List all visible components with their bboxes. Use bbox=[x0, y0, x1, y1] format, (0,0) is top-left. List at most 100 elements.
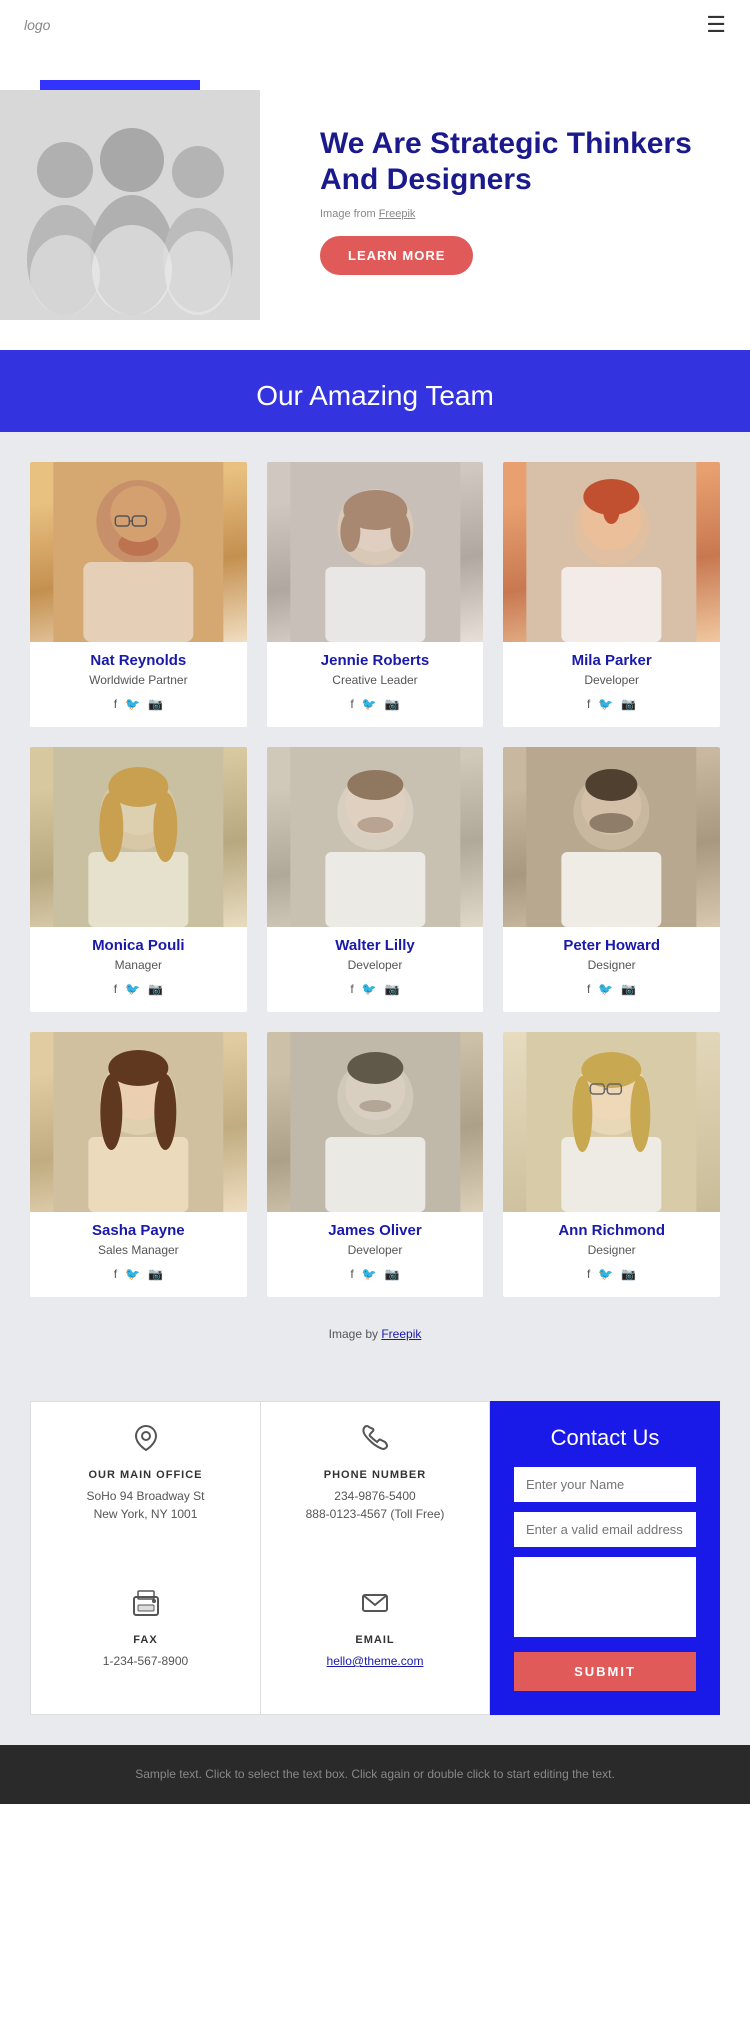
phone-title: PHONE NUMBER bbox=[281, 1469, 469, 1481]
twitter-icon-james[interactable]: 🐦 bbox=[362, 1267, 377, 1281]
facebook-icon-sasha[interactable]: f bbox=[114, 1267, 117, 1281]
team-photo-ann bbox=[503, 1032, 720, 1212]
instagram-icon-nat[interactable]: 📷 bbox=[148, 697, 163, 711]
team-card-walter: Walter Lilly Developer f 🐦 📷 bbox=[267, 747, 484, 1012]
instagram-icon-peter[interactable]: 📷 bbox=[621, 982, 636, 996]
team-socials-sasha: f 🐦 📷 bbox=[30, 1267, 247, 1281]
office-text: SoHo 94 Broadway StNew York, NY 1001 bbox=[51, 1487, 240, 1523]
email-title: EMAIL bbox=[281, 1634, 469, 1646]
instagram-icon-monica[interactable]: 📷 bbox=[148, 982, 163, 996]
instagram-icon-sasha[interactable]: 📷 bbox=[148, 1267, 163, 1281]
facebook-icon-jennie[interactable]: f bbox=[350, 697, 353, 711]
team-name-jennie: Jennie Roberts bbox=[267, 652, 484, 669]
team-photo-jennie bbox=[267, 462, 484, 642]
instagram-icon-jennie[interactable]: 📷 bbox=[385, 697, 400, 711]
team-name-ann: Ann Richmond bbox=[503, 1222, 720, 1239]
hero-team-svg bbox=[0, 90, 260, 320]
facebook-icon-peter[interactable]: f bbox=[587, 982, 590, 996]
team-photo-walter bbox=[267, 747, 484, 927]
menu-icon[interactable]: ☰ bbox=[706, 12, 726, 38]
team-socials-peter: f 🐦 📷 bbox=[503, 982, 720, 996]
team-socials-nat: f 🐦 📷 bbox=[30, 697, 247, 711]
facebook-icon-james[interactable]: f bbox=[350, 1267, 353, 1281]
name-input[interactable] bbox=[514, 1467, 696, 1502]
twitter-icon-monica[interactable]: 🐦 bbox=[125, 982, 140, 996]
team-name-peter: Peter Howard bbox=[503, 937, 720, 954]
phone-text: 234-9876-5400888-0123-4567 (Toll Free) bbox=[281, 1487, 469, 1523]
facebook-icon-mila[interactable]: f bbox=[587, 697, 590, 711]
team-title: Our Amazing Team bbox=[0, 380, 750, 412]
facebook-icon-nat[interactable]: f bbox=[114, 697, 117, 711]
instagram-icon-james[interactable]: 📷 bbox=[385, 1267, 400, 1281]
team-socials-monica: f 🐦 📷 bbox=[30, 982, 247, 996]
team-socials-ann: f 🐦 📷 bbox=[503, 1267, 720, 1281]
facebook-icon-monica[interactable]: f bbox=[114, 982, 117, 996]
team-grid-wrapper: Nat Reynolds Worldwide Partner f 🐦 📷 bbox=[0, 432, 750, 1371]
hero-text-block: We Are Strategic Thinkers And Designers … bbox=[280, 126, 710, 275]
message-input[interactable] bbox=[514, 1557, 696, 1637]
instagram-icon-ann[interactable]: 📷 bbox=[621, 1267, 636, 1281]
location-icon bbox=[51, 1422, 240, 1461]
fax-title: FAX bbox=[51, 1634, 240, 1646]
office-title: OUR MAIN OFFICE bbox=[51, 1469, 240, 1481]
submit-button[interactable]: SUBMIT bbox=[514, 1652, 696, 1691]
team-grid: Nat Reynolds Worldwide Partner f 🐦 📷 bbox=[30, 462, 720, 1297]
team-socials-jennie: f 🐦 📷 bbox=[267, 697, 484, 711]
team-socials-james: f 🐦 📷 bbox=[267, 1267, 484, 1281]
contact-form-area: Contact Us SUBMIT bbox=[490, 1401, 720, 1715]
hero-title: We Are Strategic Thinkers And Designers bbox=[320, 126, 710, 198]
team-role-walter: Developer bbox=[267, 958, 484, 972]
twitter-icon-walter[interactable]: 🐦 bbox=[362, 982, 377, 996]
logo: logo bbox=[24, 17, 50, 33]
facebook-icon-walter[interactable]: f bbox=[350, 982, 353, 996]
team-photo-mila bbox=[503, 462, 720, 642]
team-card-peter: Peter Howard Designer f 🐦 📷 bbox=[503, 747, 720, 1012]
team-card-nat: Nat Reynolds Worldwide Partner f 🐦 📷 bbox=[30, 462, 247, 727]
team-socials-mila: f 🐦 📷 bbox=[503, 697, 720, 711]
team-card-monica: Monica Pouli Manager f 🐦 📷 bbox=[30, 747, 247, 1012]
team-role-peter: Designer bbox=[503, 958, 720, 972]
fax-text: 1-234-567-8900 bbox=[51, 1652, 240, 1670]
contact-card-phone: PHONE NUMBER 234-9876-5400888-0123-4567 … bbox=[260, 1401, 490, 1567]
instagram-icon-walter[interactable]: 📷 bbox=[385, 982, 400, 996]
email-text: hello@theme.com bbox=[281, 1652, 469, 1670]
team-photo-sasha bbox=[30, 1032, 247, 1212]
learn-more-button[interactable]: LEARN MORE bbox=[320, 236, 473, 275]
team-name-monica: Monica Pouli bbox=[30, 937, 247, 954]
instagram-icon-mila[interactable]: 📷 bbox=[621, 697, 636, 711]
team-role-nat: Worldwide Partner bbox=[30, 673, 247, 687]
team-socials-walter: f 🐦 📷 bbox=[267, 982, 484, 996]
team-photo-peter bbox=[503, 747, 720, 927]
email-input[interactable] bbox=[514, 1512, 696, 1547]
header: logo ☰ bbox=[0, 0, 750, 50]
team-card-sasha: Sasha Payne Sales Manager f 🐦 📷 bbox=[30, 1032, 247, 1297]
twitter-icon-sasha[interactable]: 🐦 bbox=[125, 1267, 140, 1281]
email-link[interactable]: hello@theme.com bbox=[327, 1654, 424, 1668]
team-role-ann: Designer bbox=[503, 1243, 720, 1257]
team-photo-james bbox=[267, 1032, 484, 1212]
contact-title: Contact Us bbox=[514, 1425, 696, 1451]
contact-card-office: OUR MAIN OFFICE SoHo 94 Broadway StNew Y… bbox=[30, 1401, 260, 1567]
team-name-walter: Walter Lilly bbox=[267, 937, 484, 954]
team-photo-nat bbox=[30, 462, 247, 642]
team-card-ann: Ann Richmond Designer f 🐦 📷 bbox=[503, 1032, 720, 1297]
twitter-icon-nat[interactable]: 🐦 bbox=[125, 697, 140, 711]
hero-photo bbox=[0, 90, 260, 320]
contact-card-fax: FAX 1-234-567-8900 bbox=[30, 1567, 260, 1715]
facebook-icon-ann[interactable]: f bbox=[587, 1267, 590, 1281]
team-role-james: Developer bbox=[267, 1243, 484, 1257]
team-role-jennie: Creative Leader bbox=[267, 673, 484, 687]
twitter-icon-ann[interactable]: 🐦 bbox=[598, 1267, 613, 1281]
freepik-team-link[interactable]: Freepik bbox=[381, 1327, 421, 1341]
freepik-link[interactable]: Freepik bbox=[379, 208, 416, 220]
twitter-icon-mila[interactable]: 🐦 bbox=[598, 697, 613, 711]
hero-image-area bbox=[0, 80, 280, 320]
footer-text: Sample text. Click to select the text bo… bbox=[20, 1765, 730, 1784]
team-section: Our Amazing Team bbox=[0, 350, 750, 1371]
twitter-icon-jennie[interactable]: 🐦 bbox=[362, 697, 377, 711]
team-role-sasha: Sales Manager bbox=[30, 1243, 247, 1257]
footer: Sample text. Click to select the text bo… bbox=[0, 1745, 750, 1804]
team-name-sasha: Sasha Payne bbox=[30, 1222, 247, 1239]
twitter-icon-peter[interactable]: 🐦 bbox=[598, 982, 613, 996]
hero-section: We Are Strategic Thinkers And Designers … bbox=[0, 50, 750, 350]
